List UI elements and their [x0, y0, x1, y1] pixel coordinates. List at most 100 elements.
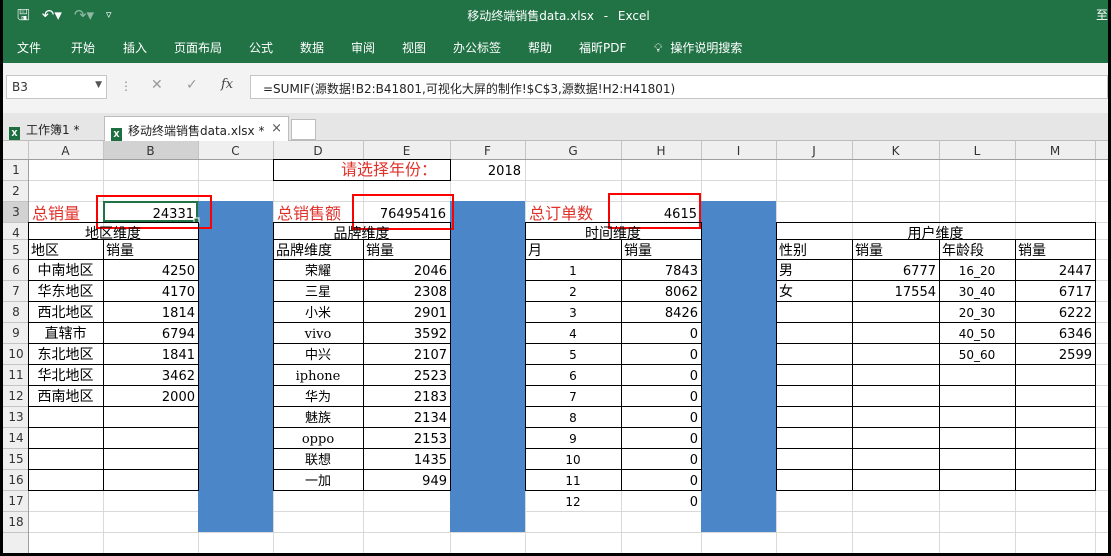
brand-sales: 2046: [414, 264, 447, 279]
grid-canvas: A B C D E F G H I J K L M123456789101112131415161718…: [3, 141, 1108, 553]
brand-sales: 2107: [414, 348, 447, 363]
tab-page-layout[interactable]: 页面布局: [174, 39, 222, 56]
separator-column-c: [198, 201, 273, 532]
time-month: 8: [569, 411, 577, 425]
tab-foxit-pdf[interactable]: 福昕PDF: [579, 39, 626, 56]
brand-name: 魅族: [305, 410, 331, 426]
row-header-14: 14: [8, 431, 23, 445]
year-value: 2018: [488, 164, 521, 179]
excel-file-icon: X: [9, 127, 20, 140]
doc-tab-active[interactable]: X 移动终端销售data.xlsx * ×: [104, 116, 289, 141]
column-header-j: J: [811, 144, 816, 158]
row-header-2: 2: [12, 184, 20, 198]
document-tabs: X 工作簿1 * X 移动终端销售data.xlsx * ×: [3, 113, 1108, 141]
tab-insert[interactable]: 插入: [123, 39, 147, 56]
user-table-title: 用户维度: [908, 225, 964, 242]
user-gender: 男: [779, 263, 793, 279]
user-header-4: 销量: [1018, 243, 1046, 259]
close-icon[interactable]: ×: [271, 121, 282, 136]
doc-tab-label: 工作簿1 *: [26, 123, 80, 137]
column-header-f: F: [484, 144, 491, 158]
doc-tab-label: 移动终端销售data.xlsx *: [128, 124, 265, 138]
user-age-sales: 2599: [1059, 348, 1092, 363]
column-header-m: M: [1050, 144, 1060, 158]
kpi-label-3: 总订单数: [529, 204, 593, 223]
user-header-1: 性别: [779, 243, 807, 259]
region-name: 华东地区: [38, 284, 94, 300]
time-sales: 8426: [665, 306, 698, 321]
region-sales: 4170: [162, 285, 195, 300]
year-label: 请选择年份：: [341, 160, 437, 179]
time-header-month: 月: [528, 243, 542, 259]
region-sales: 6794: [162, 327, 195, 342]
document-name: 移动终端销售data.xlsx: [467, 9, 594, 23]
brand-name: 华为: [305, 390, 331, 405]
app-name: Excel: [617, 9, 650, 23]
user-age-range: 30_40: [959, 285, 996, 299]
region-sales: 1814: [162, 306, 195, 321]
tab-file[interactable]: 文件: [17, 39, 41, 56]
row-header-13: 13: [8, 410, 23, 424]
brand-header-brand: 品牌维度: [276, 242, 332, 259]
brand-sales: 2901: [414, 306, 447, 321]
new-tab-button[interactable]: [291, 119, 316, 140]
row-header-7: 7: [12, 284, 20, 298]
kpi-value-2: 76495416: [380, 207, 446, 222]
row-header-18: 18: [8, 515, 23, 529]
region-name: 西北地区: [38, 305, 94, 321]
region-sales: 3462: [162, 369, 195, 384]
tab-office-tab[interactable]: 办公标签: [453, 39, 501, 56]
chevron-down-icon[interactable]: ▼: [95, 80, 102, 90]
name-box-value: B3: [12, 80, 28, 94]
row-header-12: 12: [8, 389, 23, 403]
brand-sales: 2183: [414, 390, 447, 405]
brand-sales: 2308: [414, 285, 447, 300]
tell-me-search[interactable]: 💡︎ 操作说明搜索: [654, 39, 742, 56]
doc-tab-workbook1[interactable]: X 工作簿1 *: [3, 116, 103, 141]
separator-column-f: [450, 201, 525, 532]
brand-sales: 1435: [414, 453, 447, 468]
brand-sales: 2134: [414, 411, 447, 426]
kpi-value-1: 24331: [153, 207, 194, 222]
column-header-g: G: [568, 144, 577, 158]
name-box[interactable]: B3 ▼: [6, 75, 107, 99]
time-sales: 0: [690, 474, 698, 489]
formula-input[interactable]: =SUMIF(源数据!B2:B41801,可视化大屏的制作!$C$3,源数据!H…: [250, 75, 1108, 99]
tab-formulas[interactable]: 公式: [249, 39, 273, 56]
time-sales: 0: [690, 369, 698, 384]
insert-function-icon[interactable]: fx: [221, 77, 233, 92]
separator-column-i: [701, 201, 776, 532]
tab-review[interactable]: 审阅: [351, 39, 375, 56]
user-age-range: 40_50: [959, 327, 996, 341]
user-header-3: 年龄段: [942, 243, 984, 259]
column-header-c: C: [231, 144, 239, 158]
enter-icon[interactable]: ✓: [186, 77, 198, 93]
region-header-region: 地区: [31, 243, 59, 259]
user-table-border: [776, 222, 1096, 491]
region-header-sales: 销量: [106, 243, 134, 259]
kpi-label-2: 总销售额: [277, 204, 341, 223]
time-table-title: 时间维度: [585, 226, 641, 242]
row-header-17: 17: [8, 494, 23, 508]
user-age-sales: 2447: [1059, 264, 1092, 279]
tab-data[interactable]: 数据: [300, 39, 324, 56]
region-sales: 1841: [162, 348, 195, 363]
row-header-15: 15: [8, 452, 23, 466]
brand-name: vivo: [304, 327, 332, 342]
spreadsheet-grid[interactable]: A B C D E F G H I J K L M 1 2 3 4 5 6 7 8 9 10 11 12 13 14 15 16 17 18…: [3, 141, 1108, 553]
brand-name: iphone: [296, 369, 341, 384]
region-sales: 4250: [162, 264, 195, 279]
tab-view[interactable]: 视图: [402, 39, 426, 56]
tab-home[interactable]: 开始: [71, 39, 95, 56]
separator-dash: -: [603, 9, 609, 23]
cancel-icon[interactable]: ✕: [151, 77, 163, 93]
row-header-5: 5: [12, 243, 20, 257]
region-name: 中南地区: [38, 263, 94, 279]
tab-help[interactable]: 帮助: [528, 39, 552, 56]
row-header-9: 9: [12, 326, 20, 340]
time-month: 4: [569, 327, 577, 341]
column-header-d: D: [313, 144, 322, 158]
time-sales: 0: [690, 495, 698, 510]
region-table-title: 地区维度: [85, 226, 141, 242]
region-name: 东北地区: [38, 347, 94, 363]
